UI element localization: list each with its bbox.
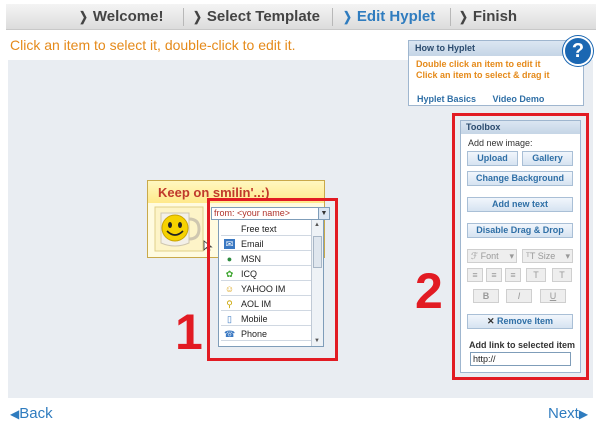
toolbox-title: Toolbox <box>461 121 580 134</box>
text-clear-icon[interactable]: T <box>552 268 572 282</box>
font-select[interactable]: ℱ Font ▾ <box>467 249 517 263</box>
howto-line-drag: Click an item to select & drag it <box>416 70 550 80</box>
chevron-right-icon: ❯ <box>459 9 468 24</box>
underline-button[interactable]: U <box>540 289 566 303</box>
close-icon: ✕ <box>486 316 495 326</box>
back-label: Back <box>19 405 53 422</box>
link-url-input[interactable] <box>470 352 571 366</box>
align-left-icon[interactable]: ≡ <box>467 268 483 282</box>
size-select[interactable]: ᵀT Size ▾ <box>522 249 573 263</box>
chevron-right-icon: ❯ <box>79 9 88 24</box>
chevron-right-icon: ❯ <box>343 9 352 24</box>
bold-button[interactable]: B <box>473 289 499 303</box>
add-image-label: Add new image: <box>468 138 533 148</box>
step-divider <box>332 8 333 26</box>
step-label: Edit Hyplet <box>356 8 436 25</box>
add-link-label: Add link to selected item <box>469 340 576 350</box>
step-label: Finish <box>472 8 518 25</box>
step-label: Select Template <box>206 8 321 25</box>
howto-line-edit: Double click an item to edit it <box>416 59 541 69</box>
gallery-button[interactable]: Gallery <box>522 151 573 166</box>
chevron-down-icon: ▾ <box>565 251 570 261</box>
step-edit-hyplet[interactable]: ❯ Edit Hyplet <box>342 8 435 25</box>
help-button[interactable]: ? <box>563 36 593 66</box>
font-label: Font <box>480 251 499 261</box>
instruction-text: Click an item to select it, double-click… <box>10 37 296 53</box>
video-demo-link[interactable]: Video Demo <box>493 94 545 104</box>
step-divider <box>450 8 451 26</box>
next-button[interactable]: Next▶ <box>548 405 588 422</box>
howto-panel: How to Hyplet Double click an item to ed… <box>408 40 584 106</box>
howto-title: How to Hyplet <box>409 41 583 56</box>
back-button[interactable]: ◀Back <box>10 405 53 422</box>
chevron-down-icon: ▾ <box>509 251 514 261</box>
next-label: Next <box>548 405 579 422</box>
step-welcome[interactable]: ❯ Welcome! <box>78 8 163 25</box>
upload-button[interactable]: Upload <box>467 151 518 166</box>
smiley-mug-image[interactable] <box>153 205 205 253</box>
step-label: Welcome! <box>92 8 164 25</box>
chevron-right-icon: ❯ <box>193 9 202 24</box>
align-center-icon[interactable]: ≡ <box>486 268 502 282</box>
step-select-template[interactable]: ❯ Select Template <box>192 8 320 25</box>
font-icon: ℱ <box>471 251 479 261</box>
remove-item-label: Remove Item <box>497 316 554 326</box>
annotation-number-1: 1 <box>175 304 203 360</box>
step-finish[interactable]: ❯ Finish <box>458 8 517 25</box>
step-divider <box>183 8 184 26</box>
italic-button[interactable]: I <box>506 289 532 303</box>
add-text-button[interactable]: Add new text <box>467 197 573 212</box>
hyplet-basics-link[interactable]: Hyplet Basics <box>417 94 476 104</box>
size-icon: ᵀT <box>526 251 536 261</box>
text-color-icon[interactable]: T <box>526 268 546 282</box>
size-label: Size <box>537 251 556 261</box>
align-right-icon[interactable]: ≡ <box>505 268 521 282</box>
chevron-right-icon: ▶ <box>578 407 589 421</box>
annotation-number-2: 2 <box>415 263 443 319</box>
wizard-bar: ❯ Welcome! ❯ Select Template ❯ Edit Hyplet … <box>6 4 596 30</box>
highlight-box-1 <box>207 198 338 361</box>
remove-item-button[interactable]: ✕ Remove Item <box>467 314 573 329</box>
change-background-button[interactable]: Change Background <box>467 171 573 186</box>
chevron-left-icon: ◀ <box>10 407 20 421</box>
disable-drag-drop-button[interactable]: Disable Drag & Drop <box>467 223 573 238</box>
